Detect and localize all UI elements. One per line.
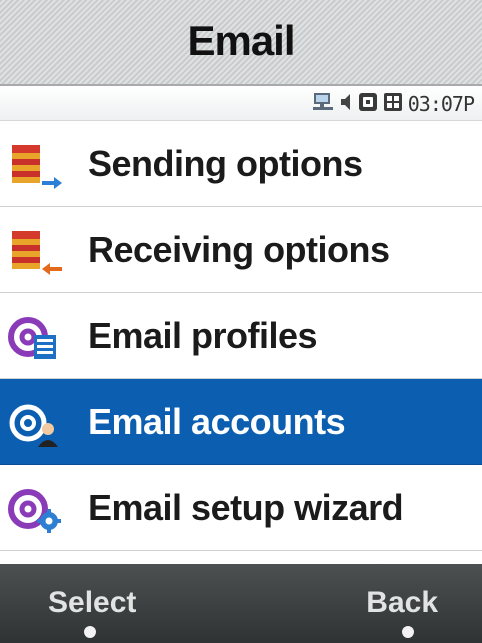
menu-item-email-profiles[interactable]: Email profiles bbox=[0, 293, 482, 379]
left-softkey-indicator bbox=[84, 626, 96, 638]
status-time: 03:07P bbox=[407, 92, 475, 116]
softkey-bar: Select Back bbox=[0, 564, 482, 643]
menu-item-email-setup-wizard[interactable]: Email setup wizard bbox=[0, 465, 482, 551]
menu-item-sending-options[interactable]: Sending options bbox=[0, 121, 482, 207]
speaker-icon bbox=[339, 92, 353, 117]
status-icons: 03:07P bbox=[312, 92, 475, 117]
menu-item-label: Sending options bbox=[88, 143, 363, 184]
title-bar: Email bbox=[0, 0, 482, 86]
email-menu-list: Sending options Receiving options Email … bbox=[0, 121, 482, 552]
menu-item-email-accounts[interactable]: Email accounts bbox=[0, 379, 482, 465]
menu-item-label: Receiving options bbox=[88, 229, 390, 270]
roaming-icon bbox=[358, 92, 378, 117]
network-icon bbox=[312, 92, 334, 117]
email-profiles-icon bbox=[8, 315, 64, 363]
status-bar: 03:07P bbox=[0, 86, 482, 121]
menu-item-label: Email accounts bbox=[88, 401, 346, 442]
screen-title: Email bbox=[187, 17, 295, 64]
right-softkey-indicator bbox=[402, 626, 414, 638]
email-accounts-icon bbox=[8, 401, 64, 449]
email-setup-wizard-icon bbox=[8, 487, 64, 535]
select-softkey[interactable]: Select bbox=[48, 586, 136, 620]
menu-item-receiving-options[interactable]: Receiving options bbox=[0, 207, 482, 293]
menu-item-label: Email profiles bbox=[88, 315, 318, 356]
receiving-options-icon bbox=[8, 229, 64, 277]
sim-icon bbox=[383, 92, 403, 117]
sending-options-icon bbox=[8, 143, 64, 191]
back-softkey[interactable]: Back bbox=[366, 586, 438, 620]
menu-item-label: Email setup wizard bbox=[88, 487, 404, 528]
email-menu-screen: Email 03:07P Sending options Receiving o… bbox=[0, 0, 482, 643]
